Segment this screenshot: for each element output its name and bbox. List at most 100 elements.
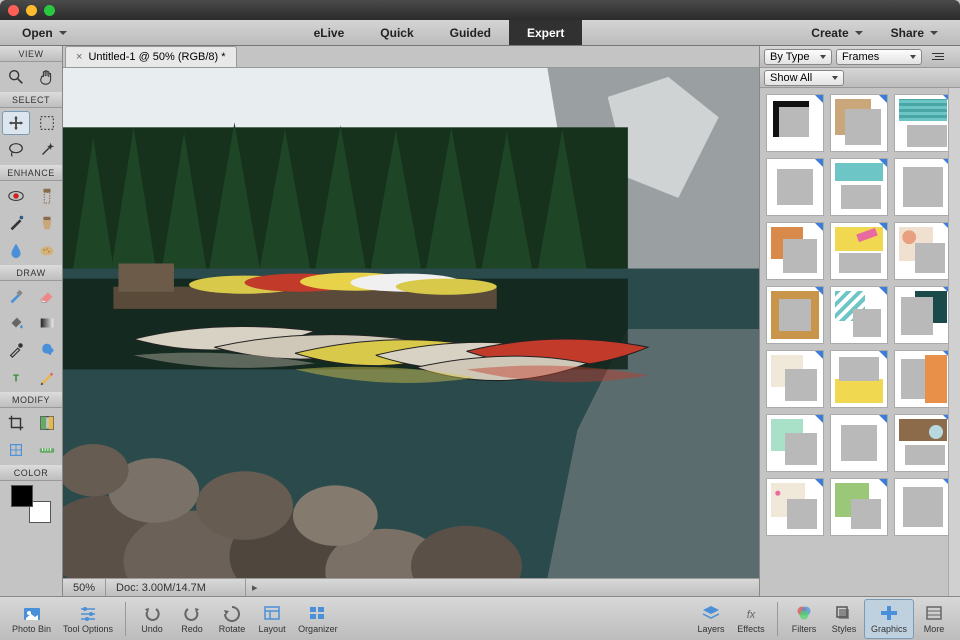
frame-thumb[interactable] [830, 286, 888, 344]
rotate-button[interactable]: Rotate [212, 599, 252, 639]
create-menu[interactable]: Create [797, 26, 876, 40]
tab-elive[interactable]: eLive [296, 20, 363, 45]
marquee-tool[interactable] [33, 111, 61, 135]
eraser-tool[interactable] [33, 284, 61, 308]
tool-options-icon [78, 604, 98, 622]
frame-thumb[interactable] [830, 478, 888, 536]
color-swatches[interactable] [11, 485, 51, 523]
redo-icon [182, 604, 202, 622]
rotate-icon [222, 604, 242, 622]
redo-label: Redo [181, 624, 203, 634]
status-menu-icon[interactable]: ▸ [246, 581, 264, 594]
straighten-tool[interactable] [33, 438, 61, 462]
clone-stamp-tool[interactable] [33, 211, 61, 235]
frame-thumb[interactable] [830, 350, 888, 408]
frame-thumb[interactable] [894, 478, 948, 536]
more-button[interactable]: More [914, 599, 954, 639]
close-icon[interactable] [8, 5, 19, 16]
canvas-image [63, 68, 759, 578]
photo-bin-icon [22, 604, 42, 622]
smart-brush-tool[interactable] [2, 211, 30, 235]
organizer-button[interactable]: Organizer [292, 599, 344, 639]
close-tab-icon[interactable]: × [76, 51, 82, 63]
minimize-icon[interactable] [26, 5, 37, 16]
category-dropdown[interactable]: Frames [836, 49, 922, 65]
photo-bin-label: Photo Bin [12, 624, 51, 634]
hand-tool[interactable] [33, 65, 61, 89]
eyedropper-tool[interactable] [2, 338, 30, 362]
move-tool[interactable] [2, 111, 30, 135]
frame-thumb[interactable] [766, 350, 824, 408]
spot-heal-tool[interactable] [33, 184, 61, 208]
foreground-color-swatch[interactable] [11, 485, 33, 507]
layout-label: Layout [259, 624, 286, 634]
window-controls [8, 5, 55, 16]
document-tab-bar: × Untitled-1 @ 50% (RGB/8) * [63, 46, 759, 68]
crop-tool[interactable] [2, 411, 30, 435]
canvas-area: × Untitled-1 @ 50% (RGB/8) * [63, 46, 759, 596]
frame-thumb[interactable] [894, 286, 948, 344]
canvas-viewport[interactable] [63, 68, 759, 578]
frame-thumb[interactable] [766, 478, 824, 536]
open-menu[interactable]: Open [8, 26, 81, 40]
bottom-bar: Photo Bin Tool Options Undo Redo Rotate … [0, 596, 960, 640]
layout-button[interactable]: Layout [252, 599, 292, 639]
recompose-tool[interactable] [33, 411, 61, 435]
filters-icon [794, 604, 814, 622]
rotate-label: Rotate [219, 624, 246, 634]
redo-button[interactable]: Redo [172, 599, 212, 639]
paint-bucket-tool[interactable] [2, 311, 30, 335]
frames-grid [760, 88, 948, 596]
frame-thumb[interactable] [894, 94, 948, 152]
graphics-icon [879, 604, 899, 622]
frame-thumb[interactable] [830, 158, 888, 216]
sponge-tool[interactable] [33, 238, 61, 262]
frame-thumb[interactable] [830, 94, 888, 152]
share-menu[interactable]: Share [877, 26, 952, 40]
effects-button[interactable]: fx Effects [731, 599, 771, 639]
more-label: More [924, 624, 945, 634]
brush-tool[interactable] [2, 284, 30, 308]
tab-quick[interactable]: Quick [362, 20, 431, 45]
maximize-icon[interactable] [44, 5, 55, 16]
filters-button[interactable]: Filters [784, 599, 824, 639]
frame-thumb[interactable] [894, 350, 948, 408]
document-tab[interactable]: × Untitled-1 @ 50% (RGB/8) * [65, 46, 237, 67]
frame-thumb[interactable] [766, 414, 824, 472]
frame-thumb[interactable] [894, 222, 948, 280]
graphics-button[interactable]: Graphics [864, 599, 914, 639]
scrollbar[interactable] [948, 88, 960, 596]
layers-button[interactable]: Layers [691, 599, 731, 639]
frame-thumb[interactable] [830, 414, 888, 472]
frame-thumb[interactable] [766, 94, 824, 152]
photo-bin-button[interactable]: Photo Bin [6, 599, 57, 639]
tab-guided[interactable]: Guided [432, 20, 509, 45]
lasso-tool[interactable] [2, 138, 30, 162]
frame-thumb[interactable] [766, 222, 824, 280]
undo-button[interactable]: Undo [132, 599, 172, 639]
tool-options-button[interactable]: Tool Options [57, 599, 119, 639]
tab-expert[interactable]: Expert [509, 20, 582, 45]
svg-text:fx: fx [747, 609, 756, 621]
styles-button[interactable]: Styles [824, 599, 864, 639]
filter-dropdown[interactable]: Show All [764, 70, 844, 86]
frame-thumb[interactable] [830, 222, 888, 280]
doc-size-readout: Doc: 3.00M/14.7M [106, 579, 246, 596]
red-eye-tool[interactable] [2, 184, 30, 208]
type-tool[interactable]: T [2, 365, 30, 389]
magic-wand-tool[interactable] [33, 138, 61, 162]
sort-dropdown[interactable]: By Type [764, 49, 832, 65]
content-aware-tool[interactable] [2, 438, 30, 462]
gradient-tool[interactable] [33, 311, 61, 335]
frame-thumb[interactable] [894, 158, 948, 216]
graphics-label: Graphics [871, 624, 907, 634]
pencil-tool[interactable] [33, 365, 61, 389]
frame-thumb[interactable] [894, 414, 948, 472]
zoom-tool[interactable] [2, 65, 30, 89]
panel-menu-icon[interactable] [926, 49, 944, 65]
blur-tool[interactable] [2, 238, 30, 262]
zoom-readout[interactable]: 50% [63, 579, 106, 596]
shape-tool[interactable] [33, 338, 61, 362]
frame-thumb[interactable] [766, 286, 824, 344]
frame-thumb[interactable] [766, 158, 824, 216]
